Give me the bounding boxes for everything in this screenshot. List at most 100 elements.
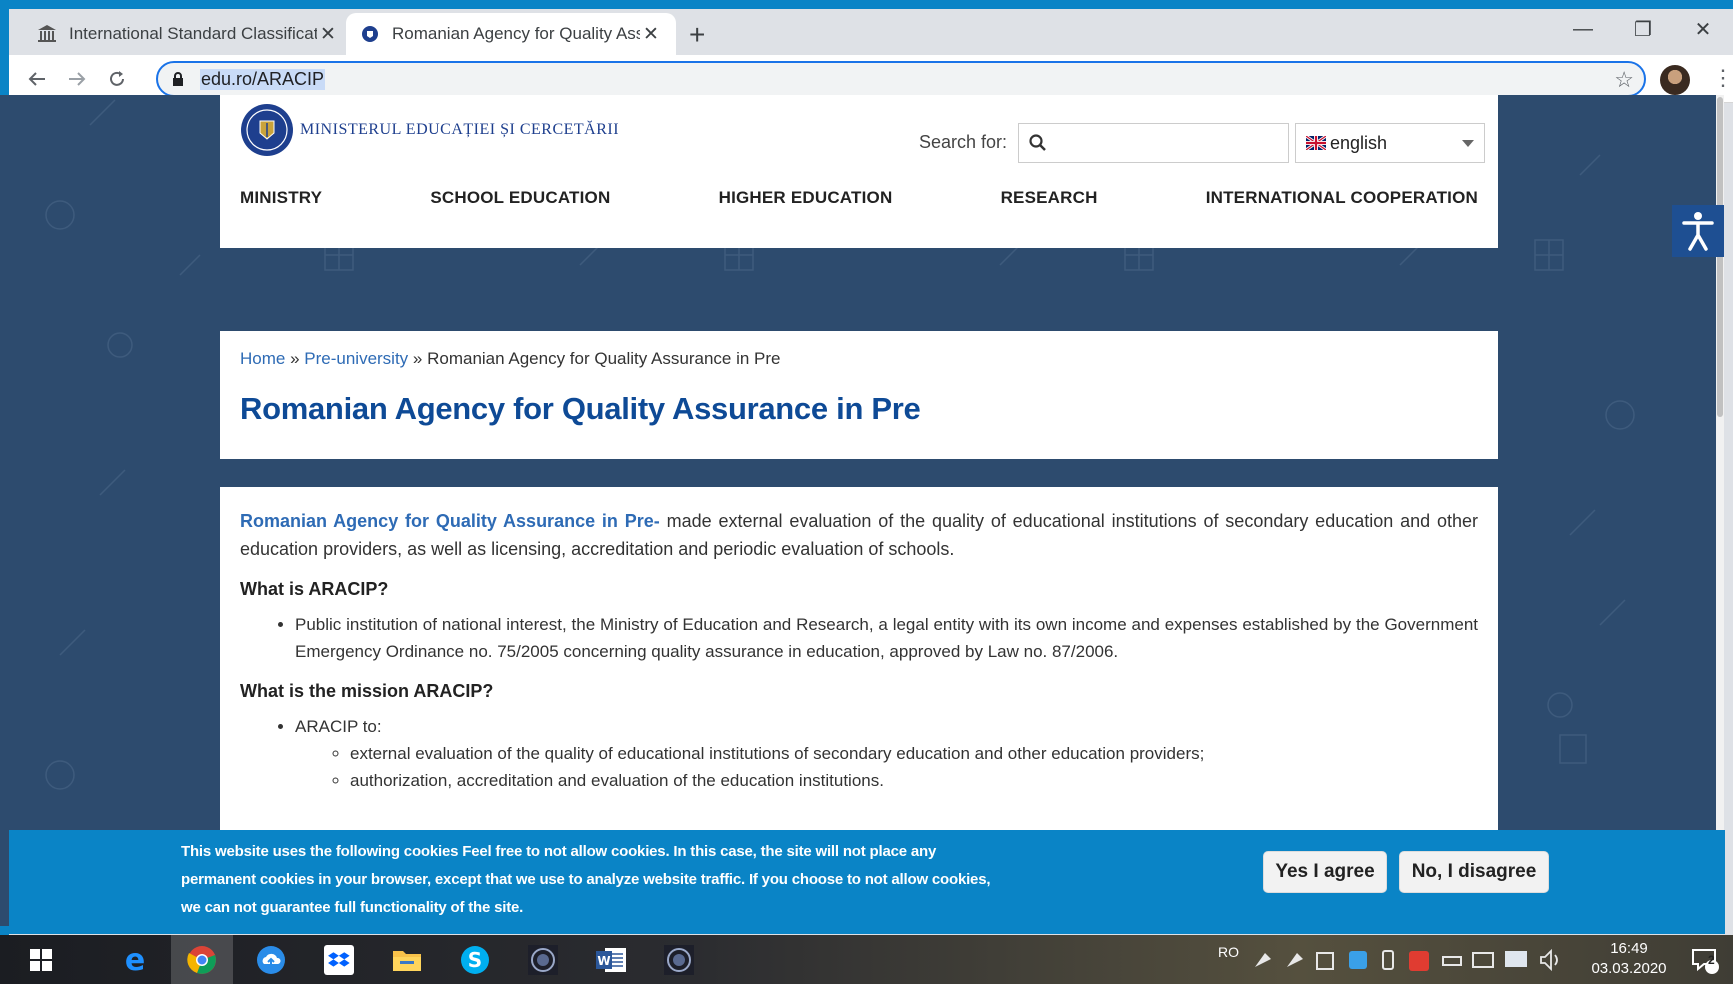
- nav-research[interactable]: RESEARCH: [1001, 188, 1098, 208]
- action-center-button[interactable]: 2: [1690, 935, 1720, 984]
- unesco-icon: [37, 24, 57, 44]
- tab-unesco[interactable]: International Standard Classificat ✕: [23, 13, 353, 55]
- clock-date: 03.03.2020: [1591, 960, 1667, 977]
- page-viewport: MINISTERUL EDUCAȚIEI ȘI CERCETĂRII Searc…: [0, 95, 1716, 926]
- breadcrumb-separator: »: [408, 349, 428, 368]
- breadcrumb: Home » Pre-university » Romanian Agency …: [240, 349, 1478, 369]
- cookie-disagree-button[interactable]: No, I disagree: [1399, 851, 1549, 893]
- breadcrumb-separator: »: [285, 349, 305, 368]
- back-arrow-icon: [28, 72, 45, 86]
- usb-icon: [1382, 949, 1394, 970]
- folder-icon: [393, 950, 421, 971]
- url-text[interactable]: edu.ro/ARACIP: [200, 68, 326, 90]
- mission-sublist: external evaluation of the quality of ed…: [350, 740, 1478, 794]
- main-navigation: MINISTRY SCHOOL EDUCATION HIGHER EDUCATI…: [240, 188, 1478, 208]
- list-item: external evaluation of the quality of ed…: [350, 740, 1478, 767]
- cookie-agree-button[interactable]: Yes I agree: [1263, 851, 1387, 893]
- seal-app-icon: [664, 944, 694, 975]
- accessibility-icon: [1682, 212, 1714, 251]
- svg-text:S: S: [468, 948, 482, 972]
- restore-button[interactable]: ❐: [1613, 9, 1673, 49]
- tray-app-icon: [1409, 950, 1429, 971]
- heading-mission: What is the mission ARACIP?: [240, 681, 494, 701]
- nav-ministry[interactable]: MINISTRY: [240, 188, 322, 208]
- notification-count: 2: [1708, 953, 1715, 967]
- search-input[interactable]: [1018, 123, 1289, 163]
- nav-international-cooperation[interactable]: INTERNATIONAL COOPERATION: [1206, 188, 1478, 208]
- breadcrumb-pre-university[interactable]: Pre-university: [304, 349, 408, 368]
- scrollbar-thumb[interactable]: [1717, 97, 1723, 417]
- list-item: ARACIP to: external evaluation of the qu…: [295, 713, 1478, 794]
- taskbar-chrome[interactable]: [171, 935, 233, 984]
- taskbar-file-explorer[interactable]: [376, 935, 438, 984]
- browser-menu-icon[interactable]: ⋮: [1712, 67, 1733, 89]
- tab-strip: International Standard Classificat ✕ Rom…: [9, 9, 1733, 55]
- notification-icon: [1692, 948, 1719, 974]
- government-seal-icon: [241, 104, 293, 156]
- back-button[interactable]: [21, 63, 53, 95]
- ministry-seal-icon: [360, 24, 380, 44]
- window-controls: — ❐ ✕: [1553, 9, 1733, 49]
- taskbar-skype[interactable]: S: [444, 935, 506, 984]
- display-icon: [1472, 951, 1494, 968]
- system-tray: RO: [1218, 935, 1581, 984]
- bookmark-star-icon[interactable]: ☆: [1614, 67, 1634, 93]
- address-bar[interactable]: edu.ro/ARACIP ☆: [156, 61, 1646, 97]
- tray-app-icon: [1287, 952, 1303, 967]
- list-item: Public institution of national interest,…: [295, 611, 1478, 665]
- volume-icon: [1540, 948, 1558, 971]
- taskbar-word[interactable]: W: [580, 935, 642, 984]
- title-section: Home » Pre-university » Romanian Agency …: [220, 331, 1498, 459]
- list-item: authorization, accreditation and evaluat…: [350, 767, 1478, 794]
- reload-button[interactable]: [101, 63, 133, 95]
- taskbar-app-1[interactable]: [512, 935, 574, 984]
- lock-icon: [172, 71, 186, 87]
- profile-avatar[interactable]: [1660, 65, 1690, 95]
- chrome-icon: [187, 945, 216, 974]
- cloud-upload-icon: [257, 945, 285, 974]
- tray-icons: [1255, 948, 1558, 971]
- network-icon: [1442, 955, 1462, 966]
- language-select[interactable]: english: [1295, 123, 1485, 163]
- intro-lead-link[interactable]: Romanian Agency for Quality Assurance in…: [240, 511, 660, 531]
- site-logo[interactable]: MINISTERUL EDUCAȚIEI ȘI CERCETĂRII: [240, 103, 619, 157]
- nav-higher-education[interactable]: HIGHER EDUCATION: [719, 188, 893, 208]
- windows-taskbar: e S W RO 16:49 03.03.2020 2: [0, 935, 1733, 984]
- taskbar-onedrive[interactable]: [240, 935, 302, 984]
- tab-aracip[interactable]: Romanian Agency for Quality Ass ✕: [346, 13, 676, 55]
- new-tab-button[interactable]: +: [689, 21, 705, 49]
- close-icon[interactable]: ✕: [317, 23, 339, 46]
- skype-icon: S: [461, 945, 489, 974]
- forward-button[interactable]: [61, 63, 93, 95]
- minimize-button[interactable]: —: [1553, 9, 1613, 49]
- breadcrumb-current: Romanian Agency for Quality Assurance in…: [427, 349, 781, 368]
- start-button[interactable]: [10, 935, 72, 984]
- close-icon[interactable]: ✕: [640, 23, 662, 46]
- page-title: Romanian Agency for Quality Assurance in…: [240, 391, 921, 426]
- language-value: english: [1330, 132, 1388, 153]
- nav-school-education[interactable]: SCHOOL EDUCATION: [430, 188, 610, 208]
- cookie-message: This website uses the following cookies …: [181, 843, 991, 916]
- site-header: MINISTERUL EDUCAȚIEI ȘI CERCETĂRII Searc…: [220, 95, 1498, 248]
- taskbar-edge[interactable]: e: [104, 935, 166, 984]
- mission-item-label: ARACIP to:: [295, 717, 382, 736]
- tab-title: Romanian Agency for Quality Ass: [392, 24, 640, 43]
- tab-title: International Standard Classificat: [69, 24, 317, 43]
- heading-what-is-aracip: What is ARACIP?: [240, 579, 389, 599]
- forward-arrow-icon: [69, 72, 86, 86]
- system-clock[interactable]: 16:49 03.03.2020: [1584, 939, 1674, 979]
- taskbar-dropbox[interactable]: [308, 935, 370, 984]
- dropbox-icon: [324, 944, 354, 975]
- clock-time: 16:49: [1610, 940, 1648, 957]
- chevron-down-icon: [1462, 140, 1474, 147]
- search-label: Search for:: [919, 132, 1008, 152]
- intro-paragraph: Romanian Agency for Quality Assurance in…: [240, 507, 1478, 563]
- svg-text:W: W: [597, 954, 610, 968]
- close-window-button[interactable]: ✕: [1673, 9, 1733, 49]
- search-icon[interactable]: [1029, 134, 1047, 152]
- input-language[interactable]: RO: [1218, 944, 1239, 960]
- ministry-name: MINISTERUL EDUCAȚIEI ȘI CERCETĂRII: [300, 121, 620, 138]
- accessibility-button[interactable]: [1672, 205, 1724, 257]
- breadcrumb-home[interactable]: Home: [240, 349, 285, 368]
- taskbar-app-2[interactable]: [648, 935, 710, 984]
